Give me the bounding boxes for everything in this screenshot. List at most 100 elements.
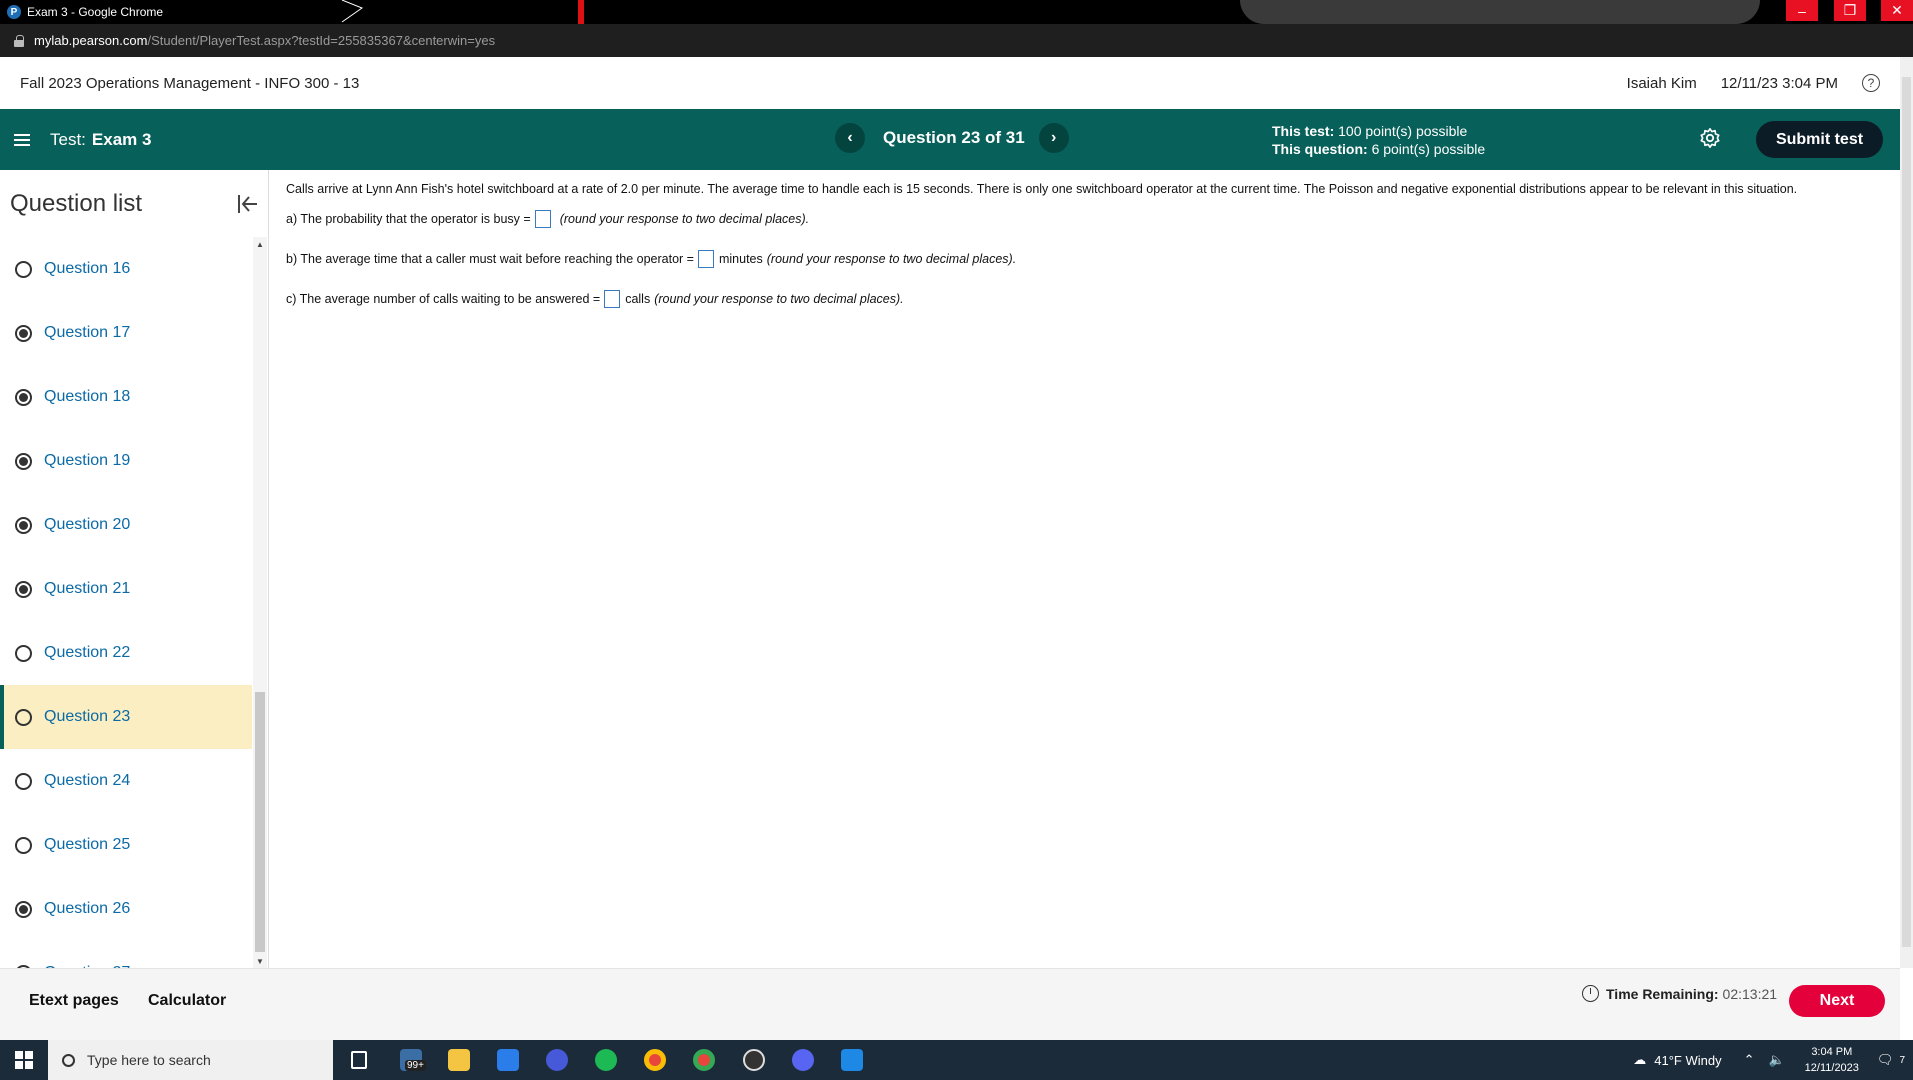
time-remaining-value: 02:13:21 [1722, 985, 1778, 1002]
minimize-button[interactable]: – [1786, 0, 1818, 21]
close-button[interactable]: ✕ [1881, 0, 1913, 21]
windows-taskbar: Type here to search 99+ ☁ 41°F Windy ⌃ 🔈… [0, 1040, 1913, 1080]
task-view-icon[interactable] [351, 1051, 367, 1069]
unanswered-radio-icon [15, 260, 32, 278]
next-question-button[interactable]: › [1038, 123, 1069, 153]
spotify-icon[interactable] [595, 1049, 617, 1071]
sidebar-scroll-thumb[interactable] [255, 692, 265, 952]
tray-chevron-icon[interactable]: ⌃ [1744, 1052, 1755, 1068]
answered-radio-icon [15, 516, 32, 534]
question-list-item[interactable]: Question 24 [0, 749, 252, 813]
weather-text[interactable]: 41°F Windy [1654, 1053, 1721, 1068]
copilot-icon[interactable] [546, 1049, 568, 1071]
previous-question-button[interactable]: ‹ [835, 123, 865, 153]
question-list: Question 16 Question 17 Question 18 Questio… [0, 237, 252, 968]
notification-icon[interactable]: 🗨 [1877, 1052, 1894, 1068]
question-list-item[interactable]: Question 25 [0, 813, 252, 877]
this-test-value: 100 point(s) possible [1338, 123, 1468, 139]
part-a-answer-input[interactable] [534, 210, 551, 228]
question-prompt: Calls arrive at Lynn Ann Fish's hotel sw… [286, 182, 1798, 196]
clock-icon [1582, 985, 1599, 1002]
this-question-value: 6 point(s) possible [1371, 141, 1486, 157]
paint-icon[interactable] [841, 1049, 863, 1071]
question-navigator: ‹ Question 23 of 31 › [835, 123, 1069, 153]
help-icon[interactable]: ? [1862, 74, 1880, 92]
footer-bar: Etext pages Calculator Time Remaining: 0… [0, 968, 1900, 1040]
menu-icon[interactable] [14, 133, 30, 146]
header-datetime: 12/11/23 3:04 PM [1720, 74, 1838, 92]
decorative-bar [578, 0, 584, 24]
part-a-text: a) The probability that the operator is … [286, 212, 531, 226]
scroll-down-icon[interactable]: ▼ [253, 954, 267, 968]
question-list-label: Question 18 [44, 388, 131, 405]
unanswered-radio-icon [15, 708, 32, 726]
question-list-item[interactable]: Question 19 [0, 429, 252, 493]
restore-button[interactable]: ❐ [1834, 0, 1866, 21]
question-list-label: Question 21 [44, 580, 131, 597]
chrome-active-icon[interactable] [693, 1049, 715, 1071]
this-question-label: This question: [1272, 141, 1368, 157]
discord-icon[interactable] [792, 1049, 814, 1071]
file-explorer-icon[interactable] [448, 1049, 470, 1071]
test-name: Exam 3 [91, 129, 152, 149]
submit-test-button[interactable]: Submit test [1756, 121, 1883, 158]
taskbar-search-input[interactable]: Type here to search [48, 1040, 333, 1080]
part-c-text: c) The average number of calls waiting t… [286, 292, 601, 306]
collapse-sidebar-icon[interactable] [236, 193, 258, 215]
question-list-item[interactable]: Question 23 [0, 685, 252, 749]
volume-icon[interactable]: 🔈 [1768, 1052, 1784, 1068]
question-list-label: Question 19 [44, 452, 131, 469]
notification-count: 7 [1899, 1054, 1905, 1066]
part-b-unit: minutes [718, 252, 763, 266]
part-c-answer-input[interactable] [604, 290, 621, 308]
question-list-label: Question 16 [44, 260, 131, 277]
ch-app-icon[interactable] [743, 1049, 765, 1071]
test-title: Test: Exam 3 [50, 130, 151, 150]
question-list-item[interactable]: Question 18 [0, 365, 252, 429]
browser-title-bar: P Exam 3 - Google Chrome – ❐ ✕ [0, 0, 1913, 24]
points-info: This test: 100 point(s) possible This qu… [1272, 122, 1485, 158]
address-bar[interactable]: mylab.pearson.com/Student/PlayerTest.asp… [0, 24, 1913, 57]
question-content: Calls arrive at Lynn Ann Fish's hotel sw… [286, 170, 1896, 308]
taskbar-clock[interactable]: 3:04 PM 12/11/2023 [1805, 1044, 1859, 1076]
question-list-label: Question 17 [44, 324, 131, 341]
store-icon[interactable] [497, 1049, 519, 1071]
question-list-item[interactable]: Question 16 [0, 237, 252, 301]
question-list-item[interactable]: Question 20 [0, 493, 252, 557]
search-icon [62, 1053, 75, 1067]
scroll-up-icon[interactable]: ▲ [253, 237, 267, 251]
part-a-hint: (round your response to two decimal plac… [559, 212, 810, 226]
question-list-item[interactable]: Question 22 [0, 621, 252, 685]
chrome-icon[interactable] [644, 1049, 666, 1071]
question-list-item[interactable]: Question 21 [0, 557, 252, 621]
answered-radio-icon [15, 900, 32, 918]
next-button[interactable]: Next [1789, 985, 1885, 1017]
calculator-link[interactable]: Calculator [148, 992, 226, 1010]
part-a: a) The probability that the operator is … [286, 210, 1896, 228]
question-list-label: Question 25 [44, 836, 131, 853]
search-placeholder: Type here to search [87, 1052, 211, 1068]
part-b-text: b) The average time that a caller must w… [286, 252, 694, 266]
question-list-label: Question 24 [44, 772, 131, 789]
question-indicator: Question 23 of 31 [883, 128, 1025, 147]
page-scroll-thumb[interactable] [1902, 77, 1911, 947]
part-b: b) The average time that a caller must w… [286, 250, 1896, 268]
part-b-answer-input[interactable] [697, 250, 714, 268]
url-path: /Student/PlayerTest.aspx?testId=25583536… [147, 33, 496, 48]
question-list-item[interactable]: Question 26 [0, 877, 252, 941]
question-list-item[interactable]: Question 27 [0, 941, 252, 968]
unanswered-radio-icon [15, 836, 32, 854]
part-c-unit: calls [625, 292, 651, 306]
course-header: Fall 2023 Operations Management - INFO 3… [0, 57, 1900, 109]
lock-icon [14, 34, 24, 47]
page-scrollbar[interactable] [1900, 57, 1913, 968]
decorative-bar [1240, 0, 1760, 24]
settings-gear-icon[interactable] [1699, 127, 1721, 149]
test-prefix: Test: [50, 129, 86, 149]
pearson-logo-icon: P [7, 5, 21, 19]
etext-pages-link[interactable]: Etext pages [29, 992, 119, 1010]
windows-start-icon[interactable] [0, 1040, 48, 1080]
question-list-item[interactable]: Question 17 [0, 301, 252, 365]
answered-radio-icon [15, 324, 32, 342]
system-tray: ☁ 41°F Windy ⌃ 🔈 3:04 PM 12/11/2023 🗨 7 [1633, 1040, 1913, 1080]
